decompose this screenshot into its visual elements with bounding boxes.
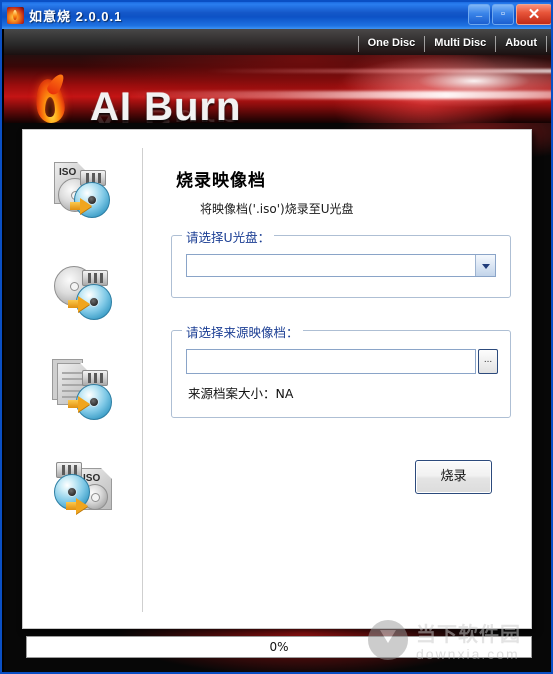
- sidebar: ISO ISO: [23, 130, 142, 628]
- sidebar-icon-iso-to-disc[interactable]: ISO: [52, 158, 116, 222]
- iso-path-row: ...: [186, 349, 498, 374]
- main-panel: ISO ISO 烧录映像档 将映像档('.iso')烧录至U光盘 请选择U光盘：…: [22, 129, 532, 629]
- arrow-right-icon: [78, 396, 90, 412]
- usb-drive-group-label: 请选择U光盘：: [182, 227, 275, 246]
- progress-bar: 0%: [26, 636, 532, 658]
- nav-separator: [495, 35, 497, 52]
- app-flame-icon: [7, 7, 24, 24]
- iso-source-group: 请选择来源映像档： ... 来源档案大小：NA: [171, 322, 511, 418]
- usb-drive-group: 请选择U光盘：: [171, 227, 511, 298]
- page-subtitle: 将映像档('.iso')烧录至U光盘: [200, 202, 354, 216]
- banner-light-streak-upper: [204, 69, 551, 73]
- window-title: 如意烧 2.0.0.1: [29, 9, 123, 24]
- close-icon: ✕: [527, 6, 541, 23]
- flame-logo-icon: [30, 71, 72, 123]
- browse-button[interactable]: ...: [478, 349, 498, 374]
- arrow-right-icon: [78, 296, 90, 312]
- maximize-button[interactable]: ▫: [492, 4, 514, 25]
- title-bar: 如意烧 2.0.0.1 _ ▫ ✕: [2, 2, 551, 29]
- iso-source-group-label: 请选择来源映像档：: [182, 322, 303, 341]
- content-area: 烧录映像档 将映像档('.iso')烧录至U光盘 请选择U光盘： 请选择来源映像…: [143, 130, 531, 628]
- source-file-size-label: 来源档案大小：NA: [188, 386, 294, 401]
- nav-separator: [357, 35, 359, 52]
- maximize-icon: ▫: [501, 8, 505, 20]
- nav-separator: [424, 35, 426, 52]
- sidebar-icon-files-to-disc[interactable]: [52, 358, 116, 422]
- usb-drive-select-value: [187, 255, 475, 276]
- usb-drive-select[interactable]: [186, 254, 496, 277]
- page-title: 烧录映像档: [176, 171, 266, 191]
- nav-separator: [546, 35, 547, 52]
- main-panel-surface: ISO ISO 烧录映像档 将映像档('.iso')烧录至U光盘 请选择U光盘：…: [23, 130, 531, 628]
- sidebar-icon-disc-copy[interactable]: [52, 258, 116, 322]
- window-controls: _ ▫ ✕: [468, 4, 551, 25]
- app-banner: One Disc Multi Disc About AI Burn AI Bur…: [4, 29, 551, 123]
- minimize-button[interactable]: _: [468, 4, 490, 25]
- close-button[interactable]: ✕: [516, 4, 551, 25]
- main-nav: One Disc Multi Disc About: [357, 34, 548, 53]
- minimize-icon: _: [475, 6, 483, 18]
- arrow-right-icon: [76, 498, 88, 514]
- nav-multi-disc[interactable]: Multi Disc: [426, 35, 494, 52]
- nav-one-disc[interactable]: One Disc: [360, 35, 424, 52]
- logo-text: AI Burn: [90, 85, 242, 123]
- application-window: 如意烧 2.0.0.1 _ ▫ ✕ One Disc Multi Disc Ab…: [0, 0, 553, 674]
- nav-about[interactable]: About: [497, 35, 545, 52]
- iso-path-input[interactable]: [186, 349, 476, 374]
- arrow-right-icon: [80, 198, 92, 214]
- progress-bar-text: 0%: [269, 640, 289, 654]
- sidebar-icon-disc-to-iso[interactable]: ISO: [52, 458, 116, 522]
- burn-button[interactable]: 烧录: [415, 460, 492, 494]
- chevron-down-icon[interactable]: [475, 255, 495, 276]
